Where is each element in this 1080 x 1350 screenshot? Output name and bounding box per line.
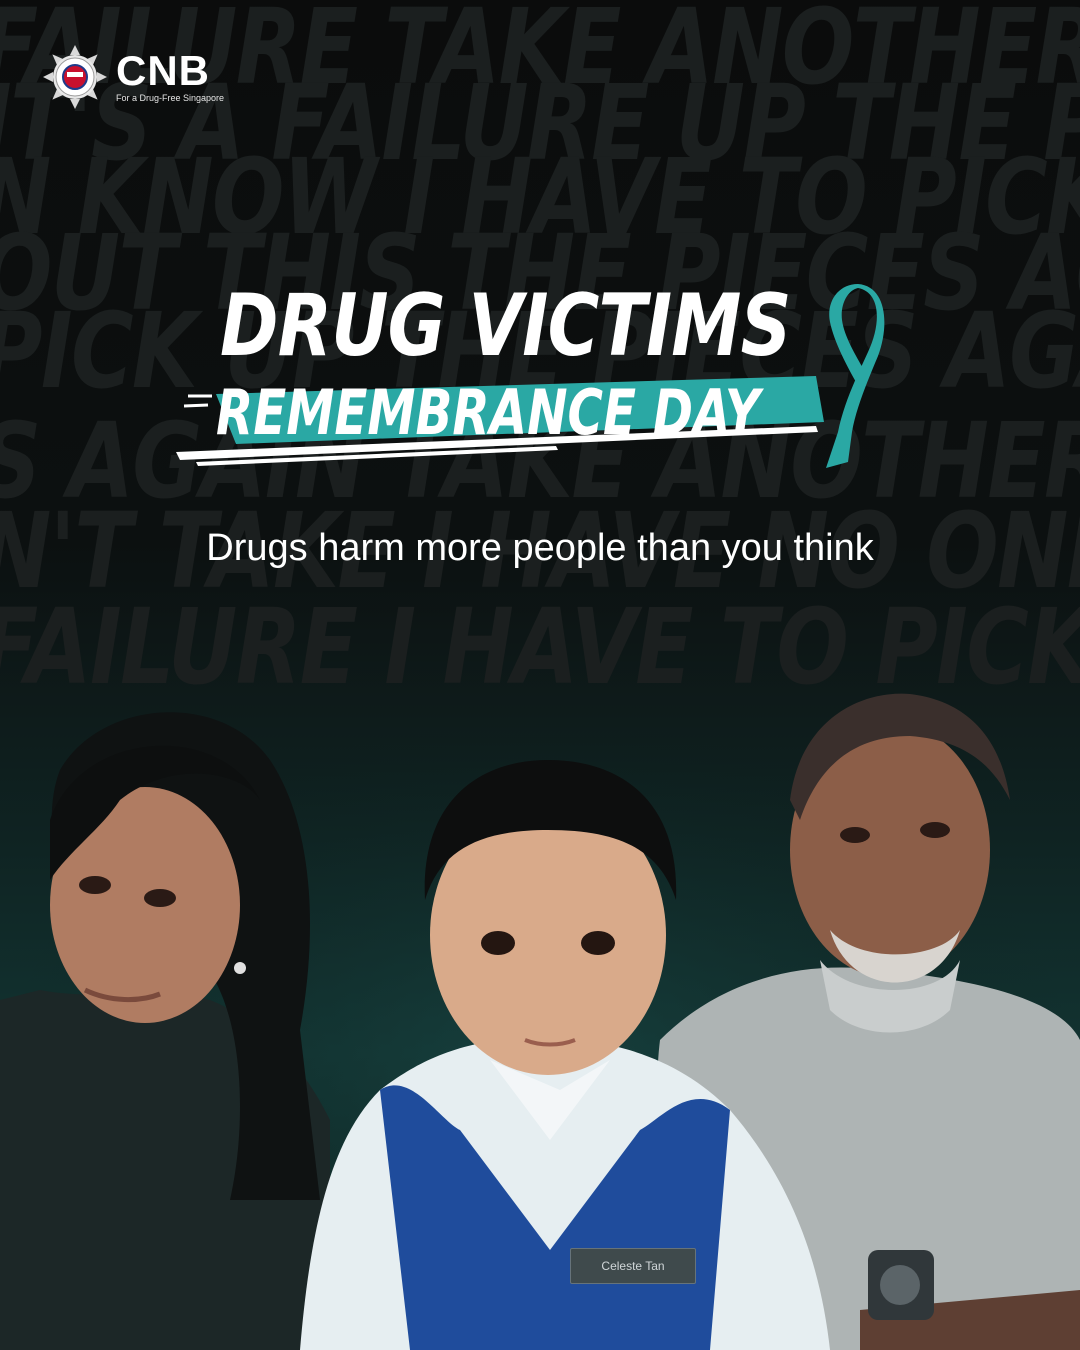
brand-tagline: For a Drug-Free Singapore (116, 93, 225, 103)
cnb-crest-icon (43, 45, 107, 109)
people-illustration (0, 650, 1080, 1350)
campaign-poster: FAILURE TAKE ANOTHER I HAVE IT'S A FAILU… (0, 0, 1080, 1350)
teal-ribbon-icon (826, 284, 885, 468)
title-line-1: DRUG VICTIMS (220, 276, 791, 376)
campaign-title: DRUG VICTIMS REMEMBRANCE DAY (176, 276, 896, 476)
cnb-logo: CNB For a Drug-Free Singapore (42, 44, 224, 110)
title-line-2: REMEMBRANCE DAY (216, 376, 760, 449)
subtitle: Drugs harm more people than you think (206, 527, 874, 569)
brand-name: CNB (116, 47, 210, 94)
name-tag: Celeste Tan (570, 1248, 696, 1284)
